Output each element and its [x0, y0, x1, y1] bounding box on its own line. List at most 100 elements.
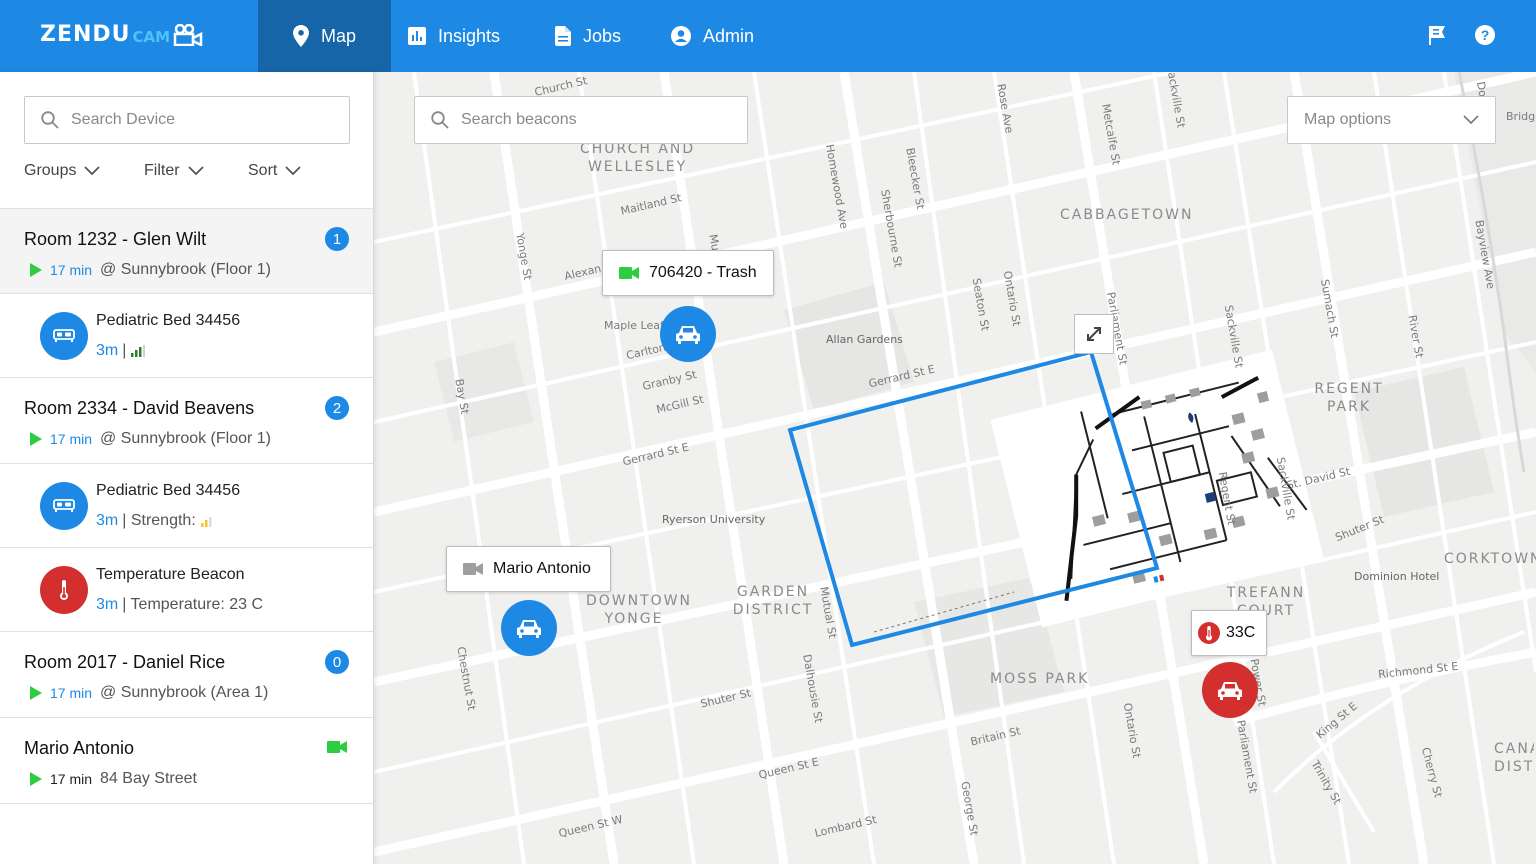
device-search-box	[24, 96, 350, 144]
district-label: MOSS PARK	[990, 671, 1090, 687]
tab-jobs-label: Jobs	[583, 25, 622, 46]
list-item-device[interactable]: Temperature Beacon 3m | Temperature: 23 …	[0, 548, 373, 632]
device-sidebar: Groups Filter Sort Room 1232 - Glen Wilt…	[0, 72, 374, 864]
beacon-search-box	[414, 96, 748, 144]
room-status: 17 min @ Sunnybrook (Floor 1)	[30, 430, 271, 448]
video-camera-icon	[173, 23, 203, 46]
thermometer-icon	[1198, 622, 1220, 644]
room-title: Room 2334 - David Beavens	[24, 398, 255, 418]
car-icon	[676, 326, 700, 344]
logo-suffix: CAM	[132, 27, 171, 46]
bed-icon	[40, 312, 88, 360]
count-badge: 2	[325, 396, 349, 420]
street-label: Mu	[706, 233, 723, 252]
groups-label: Groups	[24, 162, 77, 179]
list-item-vehicle[interactable]: Mario Antonio 17 min 84 Bay Street	[0, 718, 373, 804]
elapsed-time: 17 min	[50, 431, 93, 447]
district-label: CANADISTR	[1494, 741, 1534, 775]
street-label: Bridg	[1506, 110, 1536, 123]
play-icon	[30, 432, 42, 446]
list-item-room[interactable]: Room 2017 - Daniel Rice 0 17 min @ Sunny…	[0, 632, 373, 718]
device-status: 3m | Strength:	[96, 512, 215, 530]
vehicle-status: 17 min 84 Bay Street	[30, 770, 197, 788]
zenducam-logo[interactable]: ZENDU CAM	[40, 22, 203, 47]
count-badge: 0	[325, 650, 349, 674]
device-detail: | Strength:	[122, 512, 196, 529]
device-list: Room 1232 - Glen Wilt 1 17 min @ Sunnybr…	[0, 208, 373, 804]
list-item-device[interactable]: Pediatric Bed 34456 3m |	[0, 294, 373, 378]
popup-label: 706420 - Trash	[649, 264, 757, 281]
poi-label: Allan Gardens	[826, 333, 903, 346]
tab-jobs[interactable]: Jobs	[555, 0, 621, 72]
count-badge: 1	[325, 227, 349, 251]
map-streets	[374, 72, 1536, 864]
room-location: @ Sunnybrook (Area 1)	[100, 684, 269, 701]
signal-strength-icon	[200, 517, 212, 527]
search-icon	[41, 111, 59, 129]
video-camera-icon	[463, 563, 483, 575]
popup-label: Mario Antonio	[493, 560, 591, 577]
district-label: GARDEN DISTRICT	[732, 584, 814, 618]
device-distance: 3m	[96, 342, 119, 359]
temperature-popup[interactable]: 33C	[1191, 610, 1267, 656]
tab-admin[interactable]: Admin	[671, 0, 754, 72]
tab-insights[interactable]: Insights	[408, 0, 500, 72]
filter-label: Filter	[144, 162, 180, 179]
sort-dropdown[interactable]: Sort	[248, 162, 301, 180]
thermometer-icon	[40, 566, 88, 614]
map-options-dropdown[interactable]: Map options	[1287, 96, 1496, 144]
expand-floorplan-button[interactable]	[1074, 314, 1114, 354]
flag-icon[interactable]	[1426, 24, 1448, 46]
list-item-room[interactable]: Room 1232 - Glen Wilt 1 17 min @ Sunnybr…	[0, 208, 373, 294]
car-icon	[517, 620, 541, 638]
car-marker[interactable]	[1202, 662, 1258, 718]
bar-chart-icon	[408, 27, 426, 45]
district-label: DOWNTOWN YONGE	[586, 593, 693, 627]
device-name: Temperature Beacon	[96, 566, 245, 583]
vehicle-title: Mario Antonio	[24, 738, 135, 758]
filter-dropdown[interactable]: Filter	[144, 162, 248, 180]
district-label: REGENT PARK	[1314, 381, 1384, 415]
map-options-label: Map options	[1304, 111, 1392, 128]
district-label: CHURCH AND WELLESLEY	[580, 141, 696, 175]
vehicle-popup[interactable]: 706420 - Trash	[602, 250, 774, 296]
chevron-down-icon	[84, 166, 101, 176]
device-name: Pediatric Bed 34456	[96, 482, 241, 499]
list-item-device[interactable]: Pediatric Bed 34456 3m | Strength:	[0, 464, 373, 548]
tab-insights-label: Insights	[438, 25, 501, 46]
popup-label: 33C	[1226, 624, 1256, 641]
room-status: 17 min @ Sunnybrook (Floor 1)	[30, 261, 271, 279]
search-icon	[431, 111, 449, 129]
bed-icon	[40, 482, 88, 530]
tab-map[interactable]: Map	[258, 0, 391, 72]
device-distance: 3m	[96, 512, 119, 529]
chevron-down-icon	[1463, 115, 1479, 125]
map-view[interactable]: CHURCH AND WELLESLEY CABBAGETOWN REGENT PA…	[374, 72, 1536, 864]
car-marker[interactable]	[660, 306, 716, 362]
room-title: Room 1232 - Glen Wilt	[24, 229, 207, 249]
top-navigation-bar: ZENDU CAM Map Insights Jobs Admin ?	[0, 0, 1536, 72]
elapsed-time: 17 min	[50, 685, 93, 701]
groups-dropdown[interactable]: Groups	[24, 162, 144, 180]
poi-label: Ryerson University	[662, 513, 766, 526]
district-label: CORKTOWN	[1444, 551, 1536, 567]
elapsed-time: 17 min	[50, 771, 93, 787]
chevron-down-icon	[187, 166, 204, 176]
play-icon	[30, 263, 42, 277]
tab-admin-label: Admin	[703, 25, 755, 46]
video-camera-icon	[619, 267, 639, 279]
filter-bar: Groups Filter Sort	[24, 162, 301, 180]
list-item-room[interactable]: Room 2334 - David Beavens 2 17 min @ Sun…	[0, 378, 373, 464]
device-detail: | Temperature: 23 C	[122, 596, 264, 613]
help-icon[interactable]: ?	[1474, 24, 1496, 46]
car-icon	[1218, 682, 1242, 700]
room-location: @ Sunnybrook (Floor 1)	[100, 261, 272, 278]
top-right-actions: ?	[1426, 24, 1496, 46]
device-search-input[interactable]	[71, 111, 331, 129]
vehicle-popup[interactable]: Mario Antonio	[446, 546, 611, 592]
location-pin-icon	[292, 25, 309, 47]
video-camera-icon	[327, 741, 347, 753]
device-distance: 3m	[96, 596, 119, 613]
car-marker[interactable]	[501, 600, 557, 656]
beacon-search-input[interactable]	[461, 111, 731, 129]
